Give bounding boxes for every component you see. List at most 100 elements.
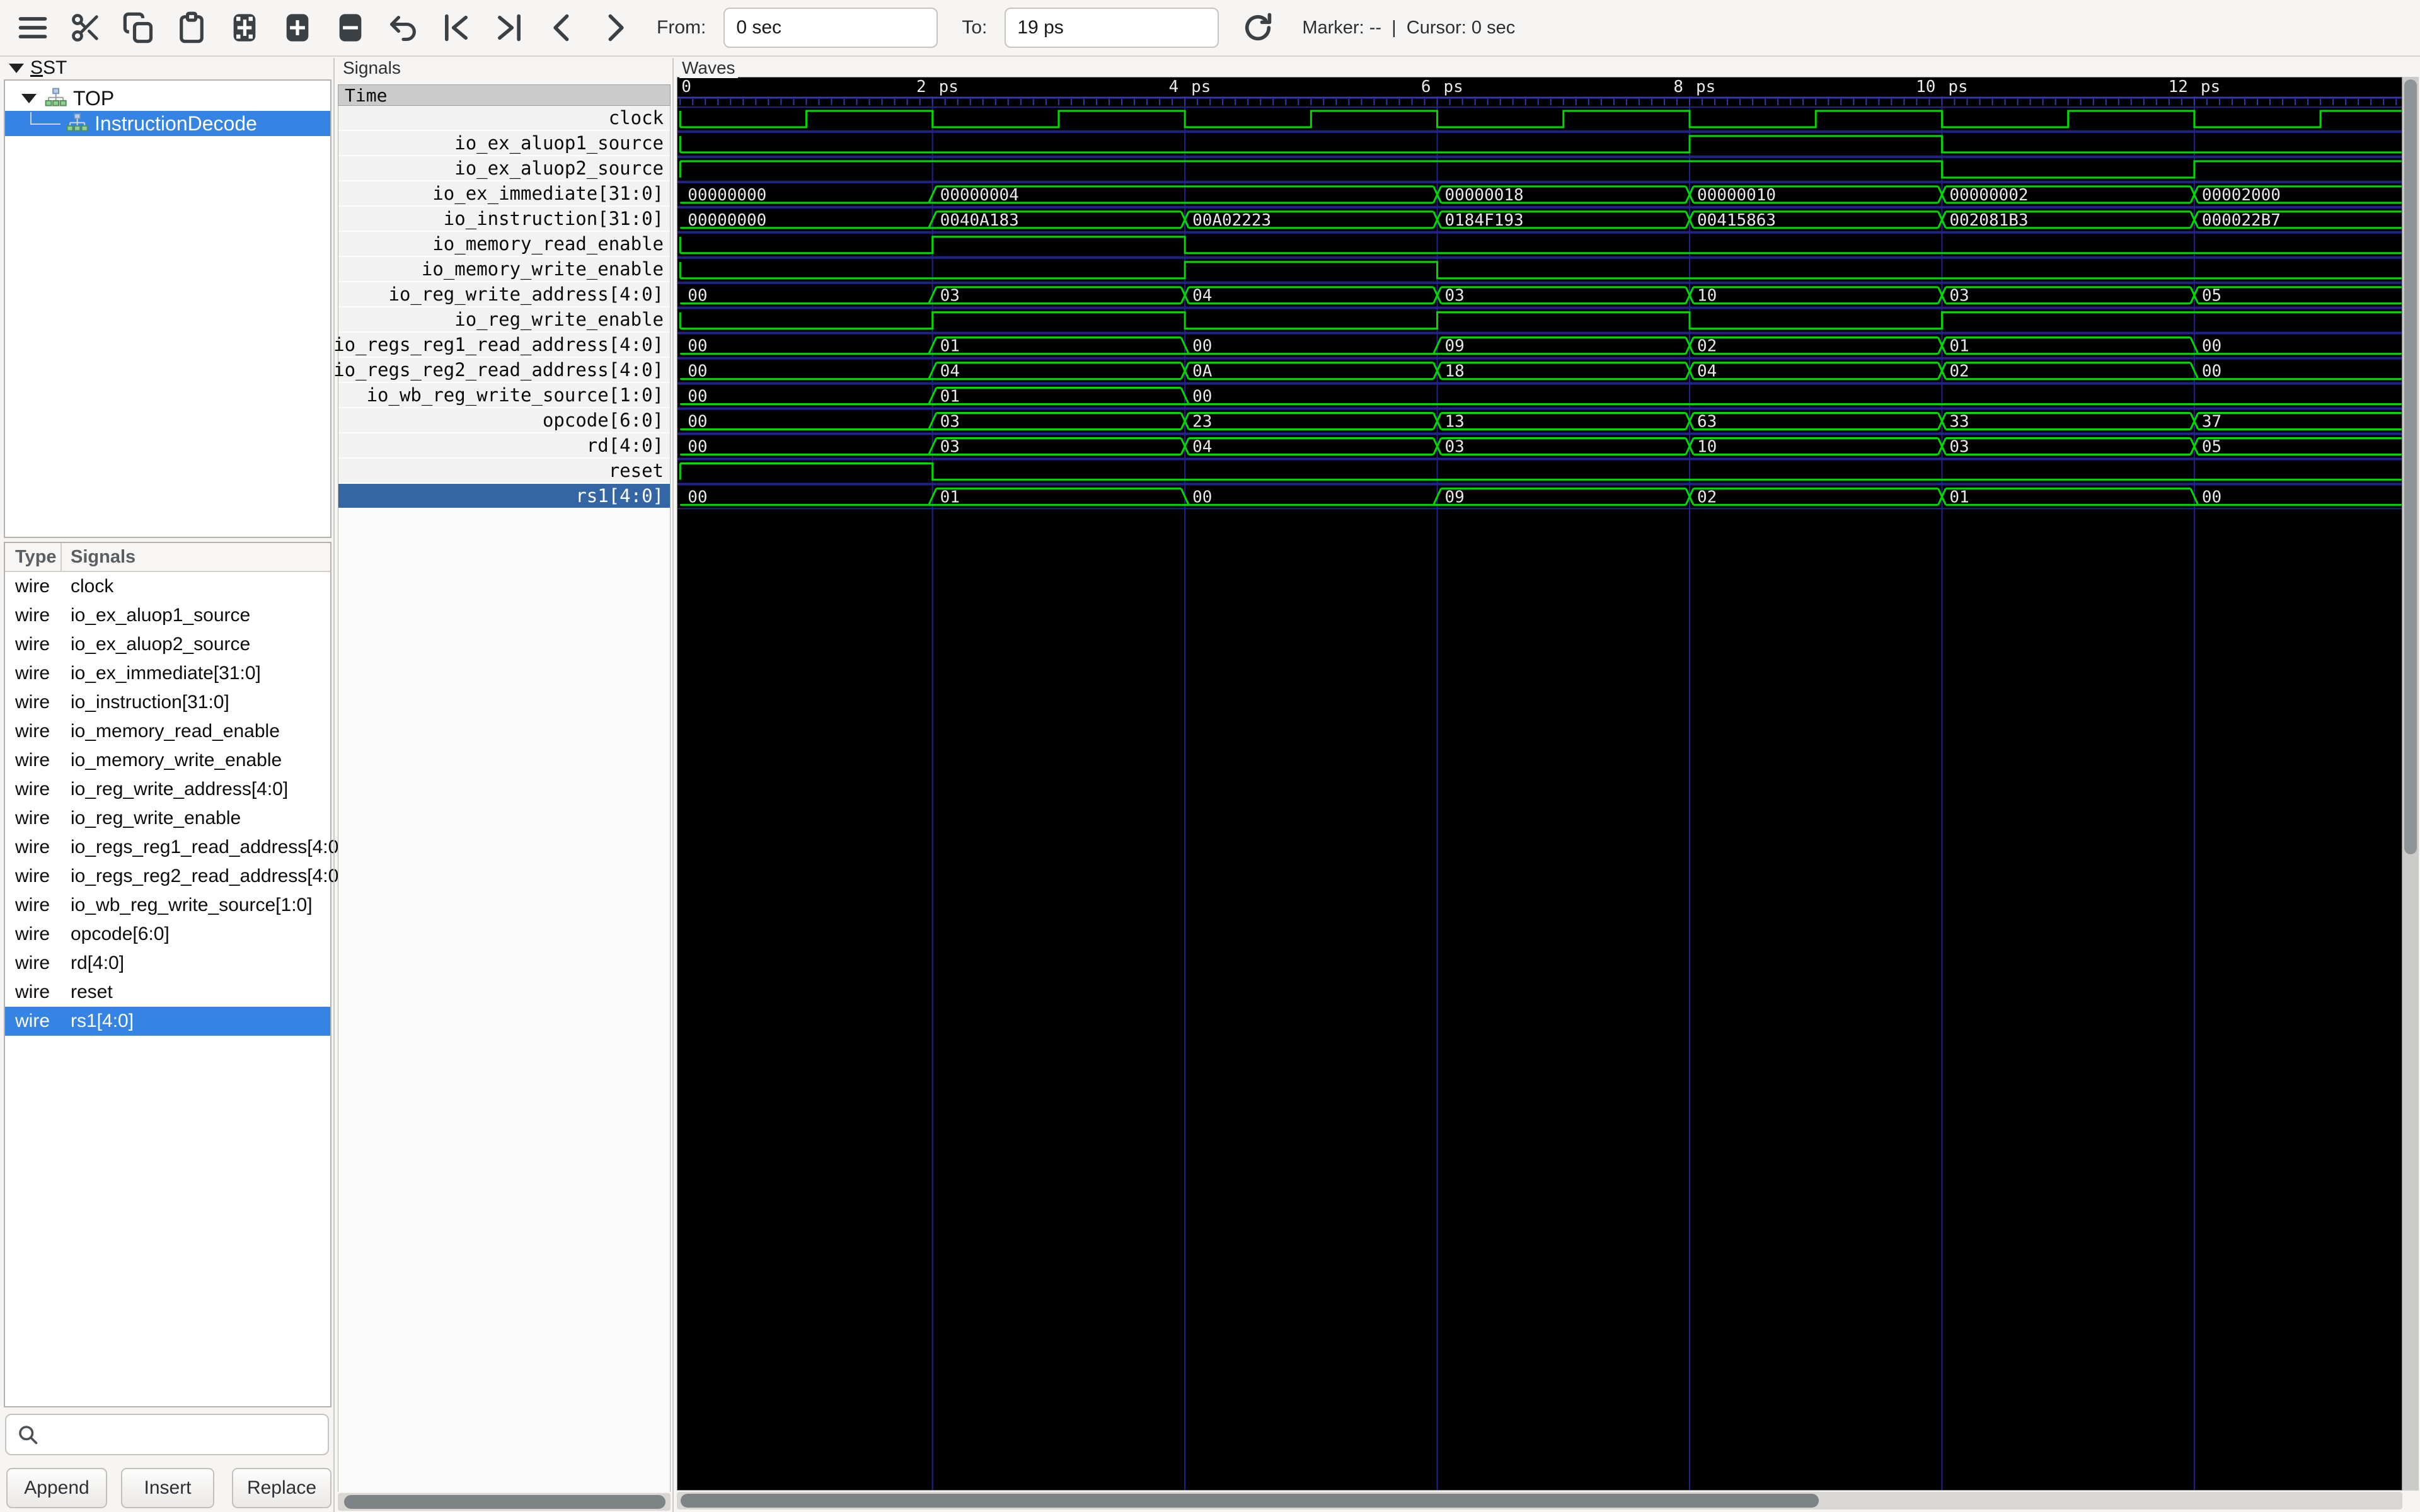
signal-name: io_ex_aluop2_source — [60, 634, 250, 655]
signal-list-row[interactable]: wirereset — [5, 978, 330, 1007]
signal-table-header[interactable]: Type Signals — [5, 543, 330, 572]
signal-name: io_reg_write_address[4:0] — [60, 779, 288, 800]
tree-branch-line — [30, 112, 60, 125]
svg-text:6: 6 — [1421, 77, 1431, 96]
signal-name: io_memory_read_enable — [60, 721, 280, 742]
wave-name-row[interactable]: opcode[6:0] — [338, 408, 670, 433]
signal-list-row[interactable]: wireio_regs_reg1_read_address[4:0] — [5, 833, 330, 862]
cut-icon[interactable] — [68, 10, 103, 45]
signal-list-row[interactable]: wireclock — [5, 572, 330, 601]
waves-hscrollbar-thumb[interactable] — [681, 1494, 1819, 1508]
svg-text:01: 01 — [940, 337, 960, 356]
undo-icon[interactable] — [386, 10, 421, 45]
wave-name-row[interactable]: io_ex_aluop2_source — [338, 156, 670, 181]
wave-name-row[interactable]: io_instruction[31:0] — [338, 207, 670, 232]
wave-name-row[interactable]: io_reg_write_address[4:0] — [338, 282, 670, 307]
tree-item-top[interactable]: TOP — [5, 86, 330, 111]
paste-icon[interactable] — [174, 10, 209, 45]
signal-list-row[interactable]: wireio_reg_write_address[4:0] — [5, 775, 330, 804]
svg-text:04: 04 — [1192, 437, 1212, 456]
zoom-in-icon[interactable] — [280, 10, 315, 45]
to-input[interactable] — [1005, 8, 1219, 48]
signal-list-row[interactable]: wireopcode[6:0] — [5, 920, 330, 949]
signals-panel-label: Signals — [340, 58, 403, 78]
wave-name-row[interactable]: io_wb_reg_write_source[1:0] — [338, 383, 670, 408]
append-button[interactable]: Append — [6, 1468, 107, 1508]
svg-text:0A: 0A — [1192, 362, 1213, 381]
signal-list-row[interactable]: wirers1[4:0] — [5, 1007, 330, 1036]
svg-text:000022B7: 000022B7 — [2202, 211, 2281, 230]
svg-text:01: 01 — [940, 488, 960, 507]
signals-hscrollbar[interactable] — [338, 1493, 671, 1511]
svg-text:10: 10 — [1697, 287, 1717, 306]
sst-title: SST — [30, 57, 67, 79]
wave-name-row[interactable]: io_memory_read_enable — [338, 232, 670, 257]
panel-divider[interactable] — [672, 58, 674, 1512]
signal-list-row[interactable]: wireio_regs_reg2_read_address[4:0] — [5, 862, 330, 891]
signal-search-box[interactable] — [5, 1414, 329, 1455]
insert-button[interactable]: Insert — [121, 1468, 214, 1508]
signal-list-row[interactable]: wireio_wb_reg_write_source[1:0] — [5, 891, 330, 920]
signal-list-row[interactable]: wireio_memory_write_enable — [5, 746, 330, 775]
next-edge-icon[interactable] — [597, 10, 633, 45]
zoom-fit-icon[interactable] — [227, 10, 262, 45]
wave-signal-names: clockio_ex_aluop1_sourceio_ex_aluop2_sou… — [338, 106, 671, 509]
gtkwave-window: From: To: Marker: -- | Cursor: 0 sec SST — [0, 0, 2420, 1512]
copy-icon[interactable] — [121, 10, 156, 45]
menu-icon[interactable] — [15, 10, 50, 45]
svg-text:ps: ps — [2201, 77, 2220, 96]
replace-button[interactable]: Replace — [232, 1468, 331, 1508]
expander-icon[interactable] — [21, 94, 37, 103]
svg-text:03: 03 — [1445, 287, 1465, 306]
svg-text:04: 04 — [1192, 287, 1212, 306]
sst-tree: TOP InstructionDecode — [4, 79, 331, 538]
svg-text:00: 00 — [688, 362, 707, 381]
panel-divider[interactable] — [333, 58, 335, 1512]
signal-type: wire — [5, 1011, 60, 1032]
signal-list-row[interactable]: wireio_ex_aluop2_source — [5, 630, 330, 659]
signal-list-row[interactable]: wireio_ex_aluop1_source — [5, 601, 330, 630]
skip-start-icon[interactable] — [439, 10, 474, 45]
wave-name-row[interactable]: clock — [338, 106, 670, 131]
wave-name-row[interactable]: io_ex_immediate[31:0] — [338, 181, 670, 207]
wave-name-row[interactable]: io_regs_reg1_read_address[4:0] — [338, 333, 670, 358]
toolbar: From: To: Marker: -- | Cursor: 0 sec — [0, 0, 2420, 57]
time-header[interactable]: Time — [338, 84, 671, 106]
tree-item-instructiondecode[interactable]: InstructionDecode — [5, 111, 330, 136]
signal-list-row[interactable]: wireio_instruction[31:0] — [5, 688, 330, 717]
signal-list-row[interactable]: wirerd[4:0] — [5, 949, 330, 978]
waves-vscrollbar[interactable] — [2402, 77, 2419, 1491]
signal-type: wire — [5, 895, 60, 916]
svg-text:4: 4 — [1168, 77, 1178, 96]
wave-name-row[interactable]: rd[4:0] — [338, 433, 670, 459]
column-header-signals[interactable]: Signals — [62, 547, 135, 568]
wave-name-row[interactable]: io_regs_reg2_read_address[4:0] — [338, 358, 670, 383]
prev-edge-icon[interactable] — [544, 10, 580, 45]
zoom-out-icon[interactable] — [333, 10, 368, 45]
wave-name-row[interactable]: io_reg_write_enable — [338, 307, 670, 333]
signal-list-row[interactable]: wireio_reg_write_enable — [5, 804, 330, 833]
signal-list-row[interactable]: wireio_ex_immediate[31:0] — [5, 659, 330, 688]
svg-text:10: 10 — [1916, 77, 1935, 96]
signal-name: rs1[4:0] — [60, 1011, 134, 1032]
waves-vscrollbar-thumb[interactable] — [2404, 79, 2417, 854]
svg-text:10: 10 — [1697, 437, 1717, 456]
skip-end-icon[interactable] — [492, 10, 527, 45]
svg-text:00000002: 00000002 — [1949, 186, 2028, 205]
signals-hscrollbar-thumb[interactable] — [344, 1495, 666, 1509]
column-header-type[interactable]: Type — [5, 547, 60, 568]
wave-name-row[interactable]: reset — [338, 459, 670, 484]
waves-hscrollbar[interactable] — [677, 1492, 2402, 1509]
wave-name-row[interactable]: io_memory_write_enable — [338, 257, 670, 282]
signal-list-row[interactable]: wireio_memory_read_enable — [5, 717, 330, 746]
wave-name-row[interactable]: rs1[4:0] — [338, 484, 670, 509]
waves-panel-label: Waves — [679, 58, 738, 78]
to-label: To: — [962, 17, 987, 38]
reload-icon[interactable] — [1240, 10, 1276, 45]
signal-type: wire — [5, 576, 60, 597]
wave-name-row[interactable]: io_ex_aluop1_source — [338, 131, 670, 156]
wave-canvas[interactable]: 02ps4ps6ps8ps10ps12ps0000000000000004000… — [677, 77, 2402, 1491]
sst-expander[interactable]: SST — [9, 57, 67, 79]
from-input[interactable] — [723, 8, 938, 48]
svg-text:00: 00 — [1192, 387, 1212, 406]
